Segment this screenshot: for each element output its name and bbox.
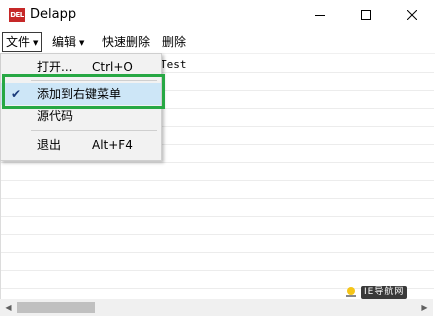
highlight-box	[2, 74, 165, 109]
editor-line	[1, 216, 434, 217]
horizontal-scrollbar[interactable]: ◀ ▶	[0, 299, 433, 316]
window-title: Delapp	[30, 7, 77, 22]
menu-bar: 文件 ▼ 编辑 ▼ 快速删除 删除	[0, 31, 435, 54]
chevron-down-icon: ▼	[79, 38, 85, 47]
menu-file[interactable]: 文件 ▼	[2, 32, 43, 52]
app-icon: DEL	[9, 8, 25, 22]
chevron-right-icon: ▶	[421, 303, 428, 312]
chevron-down-icon: ▼	[33, 38, 39, 47]
watermark: IE导航网	[344, 285, 408, 299]
close-icon	[407, 10, 417, 20]
watermark-logo-icon	[346, 287, 356, 297]
menu-delete[interactable]: 删除	[159, 33, 189, 51]
editor-line	[1, 270, 434, 271]
editor-line	[1, 198, 434, 199]
menu-separator	[31, 130, 157, 131]
close-button[interactable]	[389, 0, 435, 30]
editor-line	[1, 234, 434, 235]
editor-text: Test	[160, 58, 187, 71]
editor-line	[1, 180, 434, 181]
maximize-icon	[361, 10, 371, 20]
menu-item-exit[interactable]: 退出 Alt+F4	[1, 134, 161, 156]
menu-edit[interactable]: 编辑 ▼	[49, 33, 87, 51]
editor-line	[1, 162, 434, 163]
menu-edit-label: 编辑	[52, 35, 77, 49]
menu-item-exit-label: 退出	[37, 138, 62, 152]
scroll-left-button[interactable]: ◀	[0, 299, 17, 316]
menu-quick-delete[interactable]: 快速删除	[99, 33, 153, 51]
title-bar: DEL Delapp	[0, 0, 435, 30]
editor-line	[1, 252, 434, 253]
scrollbar-thumb[interactable]	[17, 302, 95, 313]
menu-file-label: 文件	[6, 35, 31, 49]
watermark-text: IE导航网	[361, 285, 408, 299]
minimize-button[interactable]	[297, 0, 343, 30]
minimize-icon	[315, 15, 325, 16]
chevron-left-icon: ◀	[5, 303, 12, 312]
scroll-right-button[interactable]: ▶	[416, 299, 433, 316]
maximize-button[interactable]	[343, 0, 389, 30]
menu-item-exit-shortcut: Alt+F4	[92, 138, 133, 152]
